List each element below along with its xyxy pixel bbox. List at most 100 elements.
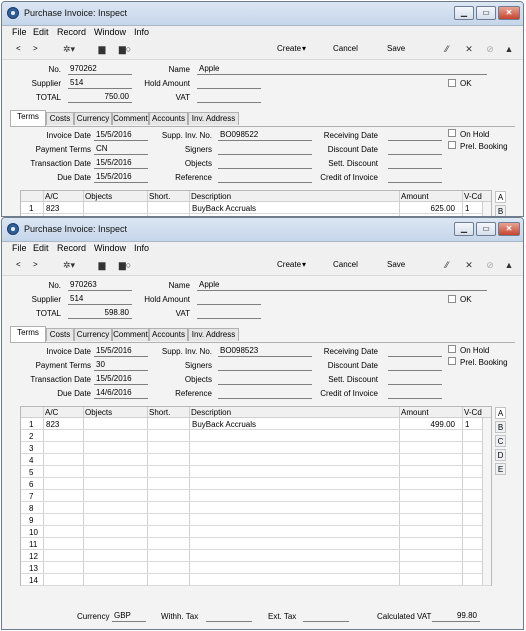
table-row[interactable]: 9 (21, 514, 491, 526)
supplier-field[interactable]: 514 (68, 294, 132, 305)
hold-amount-field[interactable] (197, 294, 261, 305)
transaction-date-field[interactable]: 15/5/2016 (94, 158, 148, 169)
row-detail-tab-c[interactable]: C (495, 435, 506, 447)
tab-costs[interactable]: Costs (46, 112, 74, 125)
tab-terms[interactable]: Terms (10, 326, 46, 342)
row-detail-tab-b[interactable]: B (495, 205, 506, 216)
amount-cell[interactable]: 625.00 (431, 204, 455, 213)
ok-checkbox[interactable] (448, 295, 456, 303)
objects-field[interactable] (218, 374, 312, 385)
menu-record[interactable]: Record (57, 243, 86, 253)
maximize-button[interactable]: ▭ (476, 6, 496, 20)
no-field[interactable]: 970262 (68, 64, 132, 75)
prev-record-button[interactable]: < (16, 44, 21, 53)
objects-field[interactable] (218, 158, 312, 169)
credit-of-invoice-field[interactable] (388, 388, 442, 399)
print-preview-icon[interactable]: ▆○ (118, 43, 132, 55)
receiving-date-field[interactable] (388, 346, 442, 357)
sett-discount-field[interactable] (388, 158, 442, 169)
row-detail-tab-d[interactable]: D (495, 449, 506, 461)
tab-costs[interactable]: Costs (46, 328, 74, 341)
ok-checkbox[interactable] (448, 79, 456, 87)
table-row[interactable]: 1 823 BuyBack Accruals 499.00 1 (21, 418, 491, 430)
amount-cell[interactable]: 499.00 (431, 420, 455, 429)
table-row[interactable]: 13 (21, 562, 491, 574)
credit-of-invoice-field[interactable] (388, 172, 442, 183)
hold-amount-field[interactable] (197, 78, 261, 89)
payment-terms-field[interactable]: 30 (94, 360, 148, 371)
tab-comment[interactable]: Comment (112, 112, 149, 125)
vat-field[interactable] (197, 308, 261, 319)
gear-icon[interactable]: ✲▾ (58, 259, 80, 271)
expand-icon[interactable]: ✕ (462, 259, 476, 271)
tab-inv-address[interactable]: Inv. Address (188, 328, 239, 341)
chart-icon[interactable]: ⁄⁄ (440, 43, 454, 55)
menu-info[interactable]: Info (134, 27, 149, 37)
menu-record[interactable]: Record (57, 27, 86, 37)
discount-date-field[interactable] (388, 360, 442, 371)
chart-icon[interactable]: ⁄⁄ (440, 259, 454, 271)
save-button[interactable]: Save (387, 44, 405, 53)
print-preview-icon[interactable]: ▆○ (118, 259, 132, 271)
menu-edit[interactable]: Edit (33, 243, 49, 253)
payment-terms-field[interactable]: CN (94, 144, 148, 155)
minimize-button[interactable]: ▁ (454, 6, 474, 20)
on-hold-checkbox[interactable] (448, 345, 456, 353)
transaction-date-field[interactable]: 15/5/2016 (94, 374, 148, 385)
create-button[interactable]: Create (277, 44, 301, 53)
vcd-cell[interactable]: 1 (465, 204, 469, 213)
printer-icon[interactable]: ▆ (95, 43, 109, 55)
next-record-button[interactable]: > (33, 44, 38, 53)
prev-record-button[interactable]: < (16, 260, 21, 269)
menu-file[interactable]: File (12, 243, 27, 253)
name-field[interactable]: Apple (197, 64, 487, 75)
prel-booking-checkbox[interactable] (448, 357, 456, 365)
tab-accounts[interactable]: Accounts (149, 328, 188, 341)
tab-currency[interactable]: Currency (74, 112, 112, 125)
table-row[interactable]: 12 (21, 550, 491, 562)
ac-cell[interactable]: 823 (46, 204, 59, 213)
menu-window[interactable]: Window (94, 243, 126, 253)
gear-icon[interactable]: ✲▾ (58, 43, 80, 55)
invoice-date-field[interactable]: 15/5/2016 (94, 130, 148, 141)
invoice-window-back[interactable]: Purchase Invoice: Inspect ▁ ▭ ✕ File Edit Reco… (1, 1, 524, 217)
due-date-field[interactable]: 14/6/2016 (94, 388, 148, 399)
menu-file[interactable]: File (12, 27, 27, 37)
vertical-scrollbar[interactable] (482, 418, 491, 585)
mortarboard-icon[interactable]: ▲ (502, 43, 516, 55)
name-field[interactable]: Apple (197, 280, 487, 291)
currency-field[interactable]: GBP (112, 611, 146, 622)
table-row[interactable]: 6 (21, 478, 491, 490)
supplier-field[interactable]: 514 (68, 78, 132, 89)
table-row[interactable]: 1 823 BuyBack Accruals 625.00 1 (21, 202, 491, 214)
next-record-button[interactable]: > (33, 260, 38, 269)
description-cell[interactable]: BuyBack Accruals (192, 204, 256, 213)
vat-field[interactable] (197, 92, 261, 103)
vcd-cell[interactable]: 1 (465, 420, 469, 429)
save-button[interactable]: Save (387, 260, 405, 269)
ac-cell[interactable]: 823 (46, 420, 59, 429)
close-button[interactable]: ✕ (498, 222, 520, 236)
paperclip-icon[interactable]: ⊘ (483, 43, 497, 55)
menu-edit[interactable]: Edit (33, 27, 49, 37)
table-row[interactable]: 8 (21, 502, 491, 514)
reference-field[interactable] (218, 172, 312, 183)
row-detail-tab-e[interactable]: E (495, 463, 506, 475)
signers-field[interactable] (218, 144, 312, 155)
tab-terms[interactable]: Terms (10, 110, 46, 126)
due-date-field[interactable]: 15/5/2016 (94, 172, 148, 183)
supp-inv-no-field[interactable]: BO098523 (218, 346, 312, 357)
tab-currency[interactable]: Currency (74, 328, 112, 341)
table-row[interactable]: 7 (21, 490, 491, 502)
paperclip-icon[interactable]: ⊘ (483, 259, 497, 271)
table-row[interactable]: 3 (21, 442, 491, 454)
minimize-button[interactable]: ▁ (454, 222, 474, 236)
tab-inv-address[interactable]: Inv. Address (188, 112, 239, 125)
expand-icon[interactable]: ✕ (462, 43, 476, 55)
supp-inv-no-field[interactable]: BO098522 (218, 130, 312, 141)
maximize-button[interactable]: ▭ (476, 222, 496, 236)
table-row[interactable]: 2 (21, 430, 491, 442)
tab-accounts[interactable]: Accounts (149, 112, 188, 125)
invoice-date-field[interactable]: 15/5/2016 (94, 346, 148, 357)
sett-discount-field[interactable] (388, 374, 442, 385)
